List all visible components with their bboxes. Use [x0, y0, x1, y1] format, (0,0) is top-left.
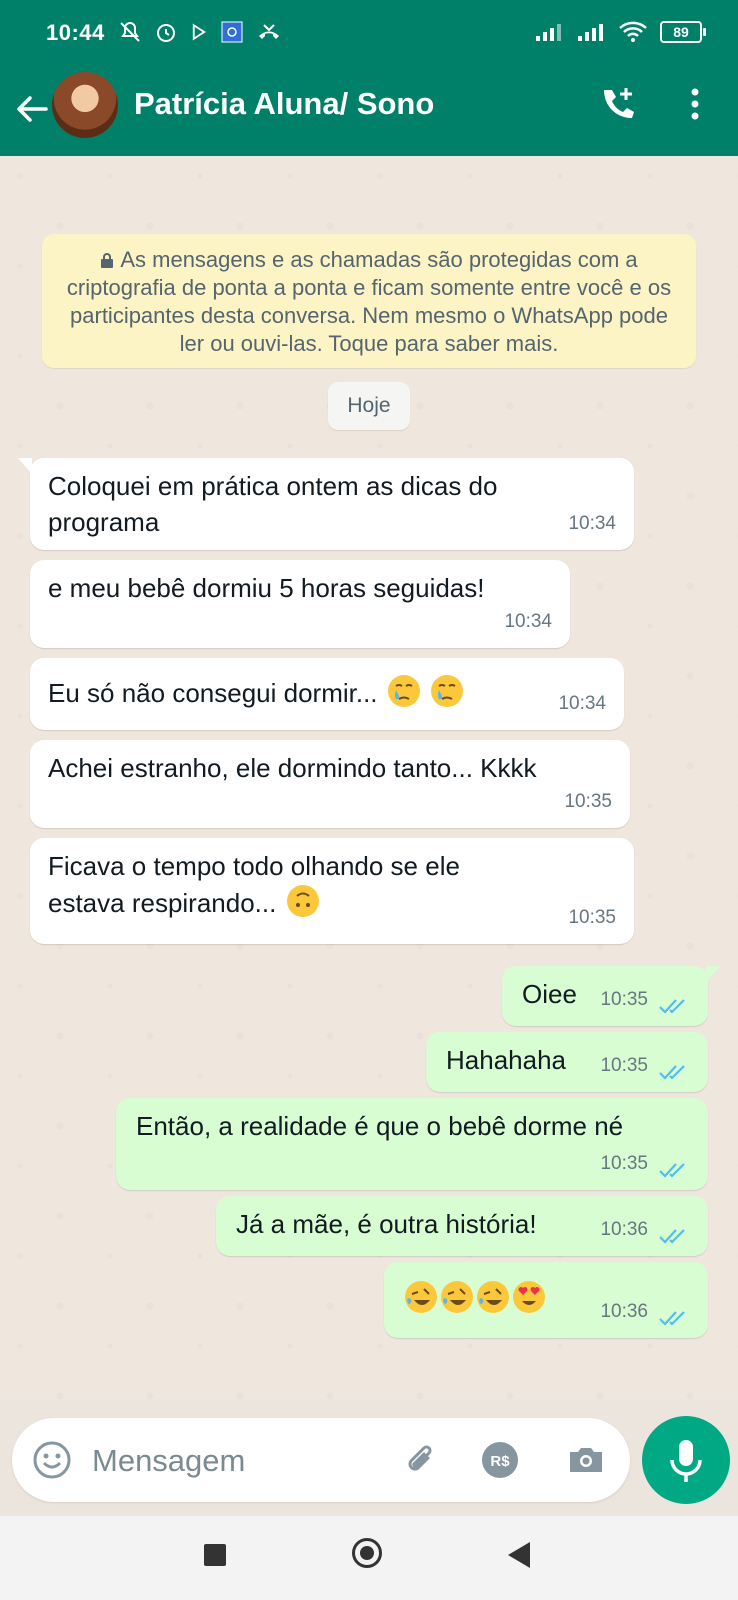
- incoming-message[interactable]: Achei estranho, ele dormindo tanto... Kk…: [30, 740, 630, 828]
- bubble-tail: [18, 458, 32, 474]
- alarm-icon: [157, 24, 175, 42]
- incoming-message[interactable]: Eu só não consegui dormir... 10:34: [30, 658, 624, 730]
- message-time: 10:35: [600, 989, 648, 1010]
- contact-name[interactable]: Patrícia Aluna/ Sono: [134, 86, 434, 122]
- status-icons: [118, 20, 282, 44]
- incoming-message[interactable]: Ficava o tempo todo olhando se ele estav…: [30, 838, 634, 944]
- message-composer: R$: [12, 1418, 630, 1502]
- message-text-line2: estava respirando...: [48, 888, 277, 918]
- voice-message-button[interactable]: [642, 1416, 730, 1504]
- incoming-message[interactable]: Coloquei em prática ontem as dicas do pr…: [18, 458, 634, 550]
- read-receipt-icon: [659, 1311, 685, 1326]
- play-store-icon: [192, 23, 206, 41]
- encryption-notice[interactable]: As mensagens e as chamadas são protegida…: [42, 234, 696, 368]
- incoming-message[interactable]: e meu bebê dormiu 5 horas seguidas! 10:3…: [30, 560, 570, 648]
- signal-icon: [536, 24, 561, 41]
- outgoing-message[interactable]: 10:36: [384, 1262, 708, 1338]
- message-time: 10:35: [600, 1153, 648, 1174]
- recent-apps-button[interactable]: [204, 1544, 226, 1566]
- status-time: 10:44: [46, 20, 105, 45]
- rolling-laughing-icon: [441, 1281, 473, 1313]
- date-separator: Hoje: [328, 382, 410, 430]
- more-options-icon[interactable]: [680, 82, 710, 126]
- message-time: 10:35: [564, 791, 612, 812]
- crying-face-icon: [387, 675, 420, 707]
- chat-area[interactable]: As mensagens e as chamadas são protegida…: [0, 156, 738, 1400]
- add-call-icon[interactable]: [596, 82, 640, 126]
- message-time: 10:34: [558, 693, 606, 714]
- heart-eyes-icon: [513, 1281, 545, 1313]
- microphone-icon: [670, 1440, 702, 1482]
- app-notification-icon: [221, 21, 243, 43]
- outgoing-message[interactable]: Hahahaha 10:35: [426, 1032, 708, 1092]
- chat-header: Patrícia Aluna/ Sono: [0, 64, 738, 156]
- message-text: e meu bebê dormiu 5 horas seguidas!: [48, 573, 485, 603]
- read-receipt-icon: [659, 999, 685, 1014]
- message-text: Hahahaha: [446, 1045, 566, 1075]
- emoji-icon[interactable]: [30, 1438, 74, 1482]
- status-bar: 10:44 89: [0, 0, 738, 64]
- svg-text:R$: R$: [490, 1453, 510, 1470]
- lock-icon: [101, 253, 114, 268]
- message-input[interactable]: [90, 1436, 394, 1486]
- message-text: Ficava o tempo todo olhando se ele: [48, 851, 460, 881]
- message-time: 10:36: [600, 1219, 648, 1240]
- outgoing-message[interactable]: Então, a realidade é que o bebê dorme né…: [116, 1098, 708, 1190]
- camera-icon[interactable]: [564, 1438, 608, 1482]
- system-back-button[interactable]: [508, 1542, 530, 1568]
- wifi-icon: [619, 21, 647, 42]
- read-receipt-icon: [659, 1065, 685, 1080]
- read-receipt-icon: [659, 1229, 685, 1244]
- attach-icon[interactable]: [398, 1438, 442, 1482]
- missed-call-icon: [259, 24, 279, 39]
- payment-icon[interactable]: R$: [478, 1438, 522, 1482]
- message-time: 10:35: [600, 1055, 648, 1076]
- message-time: 10:34: [504, 611, 552, 632]
- outgoing-message[interactable]: Oiee 10:35: [502, 966, 720, 1026]
- message-text: Já a mãe, é outra história!: [236, 1209, 537, 1239]
- message-text: Coloquei em prática ontem as dicas do: [48, 471, 498, 501]
- battery-indicator: 89: [660, 21, 706, 43]
- home-button[interactable]: [352, 1538, 382, 1568]
- crying-face-icon: [431, 675, 463, 707]
- message-time: 10:35: [568, 907, 616, 928]
- message-time: 10:36: [600, 1301, 648, 1322]
- bubble-tail: [706, 966, 720, 982]
- encryption-notice-text: As mensagens e as chamadas são protegida…: [66, 247, 672, 356]
- mute-notification-icon: [120, 21, 140, 42]
- message-text: Então, a realidade é que o bebê dorme né: [136, 1111, 624, 1141]
- message-time: 10:34: [568, 513, 616, 534]
- message-text: Oiee: [522, 979, 577, 1009]
- system-nav-bar: [0, 1516, 738, 1600]
- rolling-laughing-icon: [405, 1281, 437, 1313]
- status-right-icons: 89: [534, 20, 706, 44]
- upside-down-face-icon: [286, 885, 319, 917]
- message-text-line2: programa: [48, 507, 160, 537]
- rolling-laughing-icon: [477, 1281, 509, 1313]
- back-arrow-icon[interactable]: [12, 86, 52, 132]
- message-text: Achei estranho, ele dormindo tanto... Kk…: [48, 753, 537, 783]
- contact-avatar[interactable]: [52, 72, 118, 138]
- signal-icon-2: [578, 24, 603, 41]
- message-text: Eu só não consegui dormir...: [48, 678, 378, 708]
- read-receipt-icon: [659, 1163, 685, 1178]
- outgoing-message[interactable]: Já a mãe, é outra história! 10:36: [216, 1196, 708, 1256]
